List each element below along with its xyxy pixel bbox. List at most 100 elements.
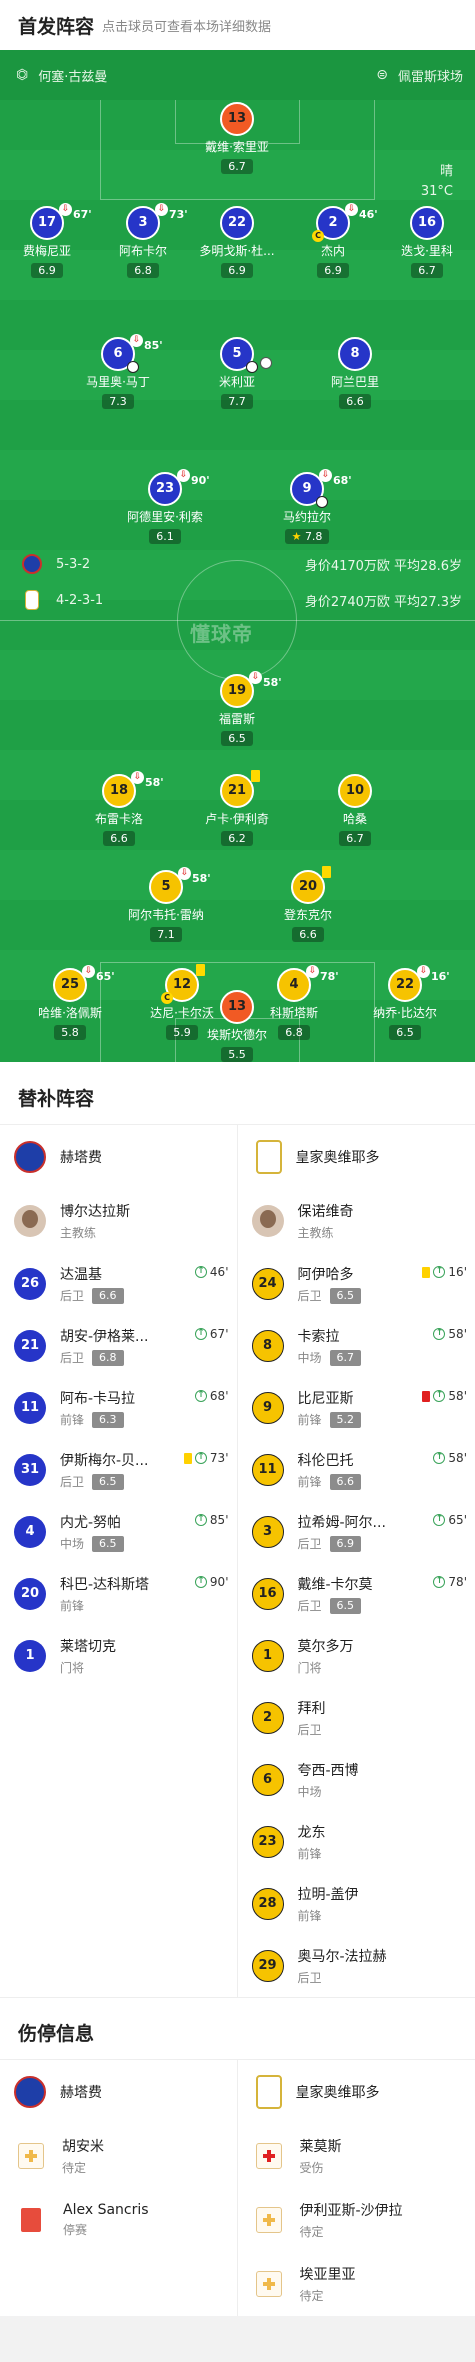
home-subs-column: 赫塔费 博尔达拉斯 主教练 26 达温基 后卫6.6 ↑46' 21 胡安-伊格… (0, 1125, 238, 1997)
player-name: 莫尔多万 (298, 1636, 354, 1656)
away-formation: 4-2-3-1 (56, 593, 103, 608)
home-coach[interactable]: 博尔达拉斯 主教练 (0, 1189, 237, 1253)
injury-list: 赫塔费 胡安米 待定 Alex Sancris 停赛 皇家奥维耶多 莱莫斯 受伤… (0, 2059, 475, 2316)
shirt-number: 26 (14, 1268, 46, 1300)
shirt-number: 29 (252, 1950, 284, 1982)
sub-in-time: ↑85' (195, 1513, 229, 1527)
player-name: 拜利 (298, 1698, 326, 1718)
sub-player[interactable]: 2 拜利 后卫 (238, 1687, 475, 1749)
home-player[interactable]: 16 迭戈·里科 6.7 (367, 206, 475, 278)
goal-ball-icon (127, 361, 139, 373)
player-rating: 6.6 (330, 1474, 362, 1490)
subs-header: 替补阵容 (0, 1062, 475, 1124)
weather-text: 晴 (421, 162, 453, 182)
sub-player[interactable]: 21 胡安-伊格莱... 后卫6.8 ↑67' (0, 1315, 237, 1377)
sub-player[interactable]: 8 卡索拉 中场6.7 ↑58' (238, 1315, 475, 1377)
sub-player[interactable]: 28 拉明-盖伊 前锋 (238, 1873, 475, 1935)
away-team-head: 皇家奥维耶多 (238, 2060, 475, 2124)
sub-out-icon: ⇩ (249, 671, 262, 684)
sub-out-icon: ⇩ (306, 965, 319, 978)
sub-player[interactable]: 1 莱塔切克 门将 (0, 1625, 237, 1687)
sub-out-icon: ⇩ (417, 965, 430, 978)
home-player[interactable]: 6⇩85' 马里奥·马丁 7.3 (58, 337, 178, 409)
footer-spacer (0, 2316, 475, 2362)
home-team-head: 赫塔费 (0, 1125, 237, 1189)
sub-in-icon: ↑ (195, 1328, 207, 1340)
player-name: 埃亚里亚 (300, 2264, 356, 2284)
player-name: 奥马尔-法拉赫 (298, 1946, 387, 1966)
shirt-number: 8 (252, 1330, 284, 1362)
injured-player[interactable]: Alex Sancris 停赛 (0, 2188, 237, 2252)
shirt-number: 21 (14, 1330, 46, 1362)
sub-player[interactable]: 11 阿布-卡马拉 前锋6.3 ↑68' (0, 1377, 237, 1439)
sub-player[interactable]: 6 夸西-西博 中场 (238, 1749, 475, 1811)
sub-in-time: ↑16' (422, 1265, 467, 1279)
sub-player[interactable]: 31 伊斯梅尔-贝... 后卫6.5 ↑73' (0, 1439, 237, 1501)
away-player[interactable]: 20 登东克尔 6.6 (248, 870, 368, 942)
player-position: 后卫 (60, 1349, 84, 1366)
sub-player[interactable]: 3 拉希姆-阿尔... 后卫6.9 ↑65' (238, 1501, 475, 1563)
stadium-name: 佩雷斯球场 (398, 66, 463, 85)
away-player[interactable]: 5⇩58' 阿尔韦托·雷纳 7.1 (106, 870, 226, 942)
sub-player[interactable]: 29 奥马尔-法拉赫 后卫 (238, 1935, 475, 1997)
away-player[interactable]: 22⇩16' 纳乔·比达尔 6.5 (345, 968, 465, 1040)
sub-player[interactable]: 26 达温基 后卫6.6 ↑46' (0, 1253, 237, 1315)
away-player[interactable]: 13 埃斯坎德尔 5.5 (177, 990, 297, 1062)
player-name: 拉希姆-阿尔... (298, 1512, 386, 1532)
home-player[interactable]: 5 米利亚 7.7 (177, 337, 297, 409)
sub-player[interactable]: 4 内尤-努帕 中场6.5 ↑85' (0, 1501, 237, 1563)
shirt-number: 24 (252, 1268, 284, 1300)
sub-in-time: ↑78' (433, 1575, 467, 1589)
lineup-subtitle: 点击球员可查看本场详细数据 (102, 16, 271, 35)
away-player[interactable]: 18⇩58' 布雷卡洛 6.6 (59, 774, 179, 846)
home-player[interactable]: 23⇩90' 阿德里安·利索 6.1 (105, 472, 225, 544)
sub-in-icon: ↑ (195, 1576, 207, 1588)
player-position: 后卫 (60, 1473, 84, 1490)
goal-ball-icon (246, 361, 258, 373)
injured-player[interactable]: 胡安米 待定 (0, 2124, 237, 2188)
player-name: 伊利亚斯-沙伊拉 (300, 2200, 403, 2220)
injured-player[interactable]: 莱莫斯 受伤 (238, 2124, 475, 2188)
player-rating: 6.9 (330, 1536, 362, 1552)
sub-in-icon: ↑ (195, 1452, 207, 1464)
away-player[interactable]: 25⇩65' 哈维·洛佩斯 5.8 (10, 968, 130, 1040)
red-card-icon (422, 1391, 430, 1402)
red-card-icon (21, 2208, 41, 2232)
sub-player[interactable]: 24 阿伊哈多 后卫6.5 ↑16' (238, 1253, 475, 1315)
home-player[interactable]: 9⇩68' 马约拉尔 ★ 7.8 (247, 472, 367, 544)
injury-status: 待定 (62, 2159, 104, 2176)
player-name: 阿布-卡马拉 (60, 1388, 135, 1408)
sub-player[interactable]: 20 科巴-达科斯塔 前锋 ↑90' (0, 1563, 237, 1625)
away-player[interactable]: 10 哈桑 6.7 (295, 774, 415, 846)
player-position: 前锋 (60, 1411, 84, 1428)
stadium-icon: ⊜ (376, 67, 388, 83)
oviedo-crest-icon (25, 590, 39, 610)
player-rating: 5.2 (330, 1412, 362, 1428)
player-name: 戴维-卡尔莫 (298, 1574, 373, 1594)
away-player[interactable]: 19⇩58' 福雷斯 6.5 (177, 674, 297, 746)
home-player[interactable]: 8 阿兰巴里 6.6 (295, 337, 415, 409)
injury-title: 伤停信息 (18, 2019, 94, 2046)
away-player[interactable]: 21 卢卡·伊利奇 6.2 (177, 774, 297, 846)
player-position: 前锋 (298, 1411, 322, 1428)
yellow-card-icon (196, 964, 205, 976)
sub-player[interactable]: 11 科伦巴托 前锋6.6 ↑58' (238, 1439, 475, 1501)
injured-player[interactable]: 埃亚里亚 待定 (238, 2252, 475, 2316)
captain-icon: C (161, 992, 173, 1004)
home-player[interactable]: 13 戴维·索里亚 6.7 (177, 102, 297, 174)
sub-player[interactable]: 9 比尼亚斯 前锋5.2 ↑58' (238, 1377, 475, 1439)
injured-player[interactable]: 伊利亚斯-沙伊拉 待定 (238, 2188, 475, 2252)
sub-out-icon: ⇩ (155, 203, 168, 216)
sub-player[interactable]: 23 龙东 前锋 (238, 1811, 475, 1873)
sub-out-icon: ⇩ (131, 771, 144, 784)
sub-out-icon: ⇩ (319, 469, 332, 482)
injury-status: 停赛 (63, 2221, 149, 2238)
sub-player[interactable]: 1 莫尔多万 门将 (238, 1625, 475, 1687)
player-name: 阿伊哈多 (298, 1264, 362, 1284)
away-coach[interactable]: 保诺维奇 主教练 (238, 1189, 475, 1253)
sub-player[interactable]: 16 戴维-卡尔莫 后卫6.5 ↑78' (238, 1563, 475, 1625)
player-position: 后卫 (298, 1721, 322, 1738)
captain-icon: C (312, 230, 324, 242)
player-rating: 6.5 (330, 1288, 362, 1304)
player-position: 门将 (60, 1659, 84, 1676)
